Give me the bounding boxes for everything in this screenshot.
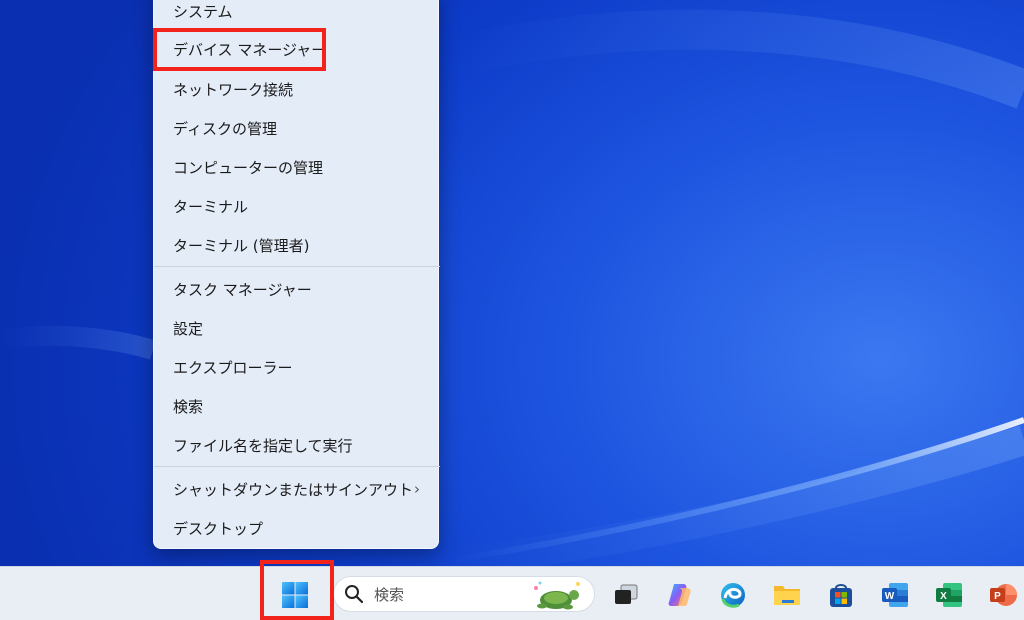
powerpoint-icon: P [990,584,1017,606]
svg-text:X: X [940,591,947,602]
chevron-right-icon: › [414,480,420,498]
copilot-icon [668,584,691,606]
menu-separator [154,466,440,467]
menu-item-desktop[interactable]: デスクトップ [154,510,440,546]
task-view-button[interactable] [606,575,646,615]
powerpoint-button[interactable]: P [983,575,1023,615]
menu-item-terminal[interactable]: ターミナル [154,188,440,224]
menu-item-file-explorer[interactable]: エクスプローラー [154,349,440,385]
svg-text:W: W [885,591,895,602]
menu-item-shutdown-signout[interactable]: シャットダウンまたはサインアウト › [154,471,440,507]
highlight-box-device-manager [153,28,326,71]
menu-separator [154,266,440,267]
menu-item-computer-management[interactable]: コンピューターの管理 [154,149,440,185]
task-view-icon [615,584,638,604]
copilot-button[interactable] [660,575,700,615]
search-placeholder: 検索 [374,585,405,604]
highlight-box-start-button [260,560,334,620]
search-icon [345,585,364,604]
excel-icon: X [936,583,962,607]
edge-icon [721,583,745,608]
file-explorer-icon [774,586,800,605]
file-explorer-button[interactable] [767,575,807,615]
menu-item-system[interactable]: システム [154,0,440,29]
menu-item-terminal-admin[interactable]: ターミナル (管理者) [154,227,440,263]
menu-item-disk-management[interactable]: ディスクの管理 [154,110,440,146]
start-context-menu: システム デバイス マネージャー ネットワーク接続 ディスクの管理 コンピュータ… [153,0,440,549]
word-icon: W [882,583,908,607]
svg-text:P: P [994,591,1001,602]
word-button[interactable]: W [875,575,915,615]
menu-item-settings[interactable]: 設定 [154,310,440,346]
turtle-illustration-icon [534,581,580,610]
menu-item-task-manager[interactable]: タスク マネージャー [154,271,440,307]
store-icon [830,584,852,607]
taskbar-search-box[interactable]: 検索 [333,576,595,612]
menu-item-search[interactable]: 検索 [154,388,440,424]
excel-button[interactable]: X [929,575,969,615]
menu-item-run[interactable]: ファイル名を指定して実行 [154,427,440,463]
microsoft-store-button[interactable] [821,575,861,615]
menu-item-network-connections[interactable]: ネットワーク接続 [154,71,440,107]
edge-button[interactable] [713,575,753,615]
taskbar: 検索 W X P [0,566,1024,620]
